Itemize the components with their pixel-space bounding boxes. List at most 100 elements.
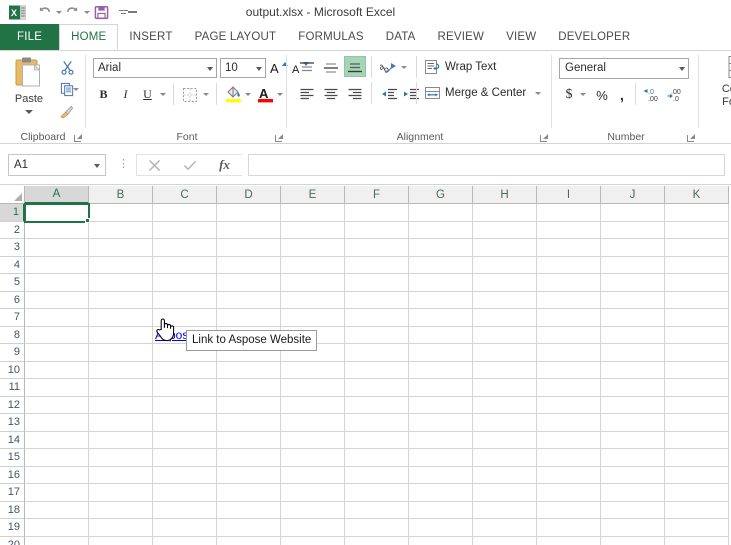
cell-H7[interactable] — [473, 309, 537, 327]
cell-G13[interactable] — [409, 414, 473, 432]
cell-A5[interactable] — [25, 274, 89, 292]
increase-decimal-button[interactable]: .0 .00 — [642, 83, 664, 105]
merge-center-dropdown-icon[interactable] — [534, 83, 541, 103]
cell-A17[interactable] — [25, 484, 89, 502]
cell-G6[interactable] — [409, 291, 473, 309]
fill-handle[interactable] — [85, 217, 90, 223]
name-box-dropdown-icon[interactable] — [94, 164, 100, 168]
cell-K14[interactable] — [665, 431, 729, 449]
cell-J2[interactable] — [601, 221, 665, 239]
cell-C1[interactable] — [153, 204, 217, 222]
enter-formula-button[interactable] — [172, 155, 207, 175]
redo-button[interactable] — [62, 2, 83, 22]
cell-B19[interactable] — [89, 519, 153, 537]
cell-K7[interactable] — [665, 309, 729, 327]
cell-G2[interactable] — [409, 221, 473, 239]
cell-C13[interactable] — [153, 414, 217, 432]
cell-B4[interactable] — [89, 256, 153, 274]
cell-D19[interactable] — [217, 519, 281, 537]
cell-J4[interactable] — [601, 256, 665, 274]
italic-button[interactable]: I — [117, 84, 134, 105]
cell-C20[interactable] — [153, 536, 217, 545]
cell-J17[interactable] — [601, 484, 665, 502]
column-header-e[interactable]: E — [281, 186, 345, 204]
cell-D15[interactable] — [217, 449, 281, 467]
cell-K19[interactable] — [665, 519, 729, 537]
cell-F20[interactable] — [345, 536, 409, 545]
middle-align-button[interactable] — [320, 57, 342, 78]
format-painter-button[interactable] — [56, 101, 78, 121]
cell-I8[interactable] — [537, 326, 601, 344]
cell-G16[interactable] — [409, 466, 473, 484]
cell-B10[interactable] — [89, 361, 153, 379]
cell-E2[interactable] — [281, 221, 345, 239]
cell-C3[interactable] — [153, 239, 217, 257]
cell-E20[interactable] — [281, 536, 345, 545]
tab-review[interactable]: REVIEW — [427, 24, 496, 50]
cell-C19[interactable] — [153, 519, 217, 537]
name-box[interactable]: A1 — [8, 154, 106, 176]
cell-B18[interactable] — [89, 501, 153, 519]
cell-B7[interactable] — [89, 309, 153, 327]
cell-E13[interactable] — [281, 414, 345, 432]
cell-J6[interactable] — [601, 291, 665, 309]
cell-I9[interactable] — [537, 344, 601, 362]
font-color-dropdown-icon[interactable] — [276, 84, 283, 104]
cell-G4[interactable] — [409, 256, 473, 274]
cell-C18[interactable] — [153, 501, 217, 519]
row-header-4[interactable]: 4 — [0, 256, 25, 274]
cell-E16[interactable] — [281, 466, 345, 484]
row-header-16[interactable]: 16 — [0, 466, 25, 484]
cell-G12[interactable] — [409, 396, 473, 414]
cell-J12[interactable] — [601, 396, 665, 414]
cell-I16[interactable] — [537, 466, 601, 484]
orientation-dropdown-icon[interactable] — [400, 57, 407, 77]
align-right-button[interactable] — [344, 83, 366, 104]
cell-J14[interactable] — [601, 431, 665, 449]
increase-indent-button[interactable] — [400, 83, 422, 104]
cell-B13[interactable] — [89, 414, 153, 432]
copy-dropdown-icon[interactable] — [72, 79, 79, 99]
cell-I15[interactable] — [537, 449, 601, 467]
column-header-k[interactable]: K — [665, 186, 729, 204]
cell-G11[interactable] — [409, 379, 473, 397]
customize-qat-button[interactable] — [113, 2, 143, 22]
cell-B2[interactable] — [89, 221, 153, 239]
paste-button[interactable]: Paste — [6, 55, 52, 123]
cell-F9[interactable] — [345, 344, 409, 362]
cell-H10[interactable] — [473, 361, 537, 379]
column-header-b[interactable]: B — [89, 186, 153, 204]
row-header-11[interactable]: 11 — [0, 379, 25, 397]
cell-I13[interactable] — [537, 414, 601, 432]
cell-H11[interactable] — [473, 379, 537, 397]
cell-G19[interactable] — [409, 519, 473, 537]
row-header-8[interactable]: 8 — [0, 326, 25, 344]
cell-I11[interactable] — [537, 379, 601, 397]
cell-F8[interactable] — [345, 326, 409, 344]
row-header-20[interactable]: 20 — [0, 536, 25, 545]
percent-style-button[interactable]: % — [593, 84, 611, 106]
column-header-h[interactable]: H — [473, 186, 537, 204]
cell-F17[interactable] — [345, 484, 409, 502]
cell-G9[interactable] — [409, 344, 473, 362]
cell-H16[interactable] — [473, 466, 537, 484]
cell-C11[interactable] — [153, 379, 217, 397]
alignment-dialog-launcher[interactable] — [537, 132, 548, 142]
accounting-format-button[interactable]: $ — [561, 84, 577, 106]
cell-A3[interactable] — [25, 239, 89, 257]
cell-K17[interactable] — [665, 484, 729, 502]
cell-B3[interactable] — [89, 239, 153, 257]
row-header-2[interactable]: 2 — [0, 221, 25, 239]
row-header-7[interactable]: 7 — [0, 309, 25, 327]
cell-K11[interactable] — [665, 379, 729, 397]
cancel-formula-button[interactable] — [137, 155, 172, 175]
column-header-d[interactable]: D — [217, 186, 281, 204]
row-header-1[interactable]: 1 — [0, 204, 25, 222]
decrease-indent-button[interactable] — [378, 83, 400, 104]
cell-D17[interactable] — [217, 484, 281, 502]
save-button[interactable] — [90, 2, 113, 22]
cell-E14[interactable] — [281, 431, 345, 449]
cell-C4[interactable] — [153, 256, 217, 274]
cell-A9[interactable] — [25, 344, 89, 362]
cell-J5[interactable] — [601, 274, 665, 292]
